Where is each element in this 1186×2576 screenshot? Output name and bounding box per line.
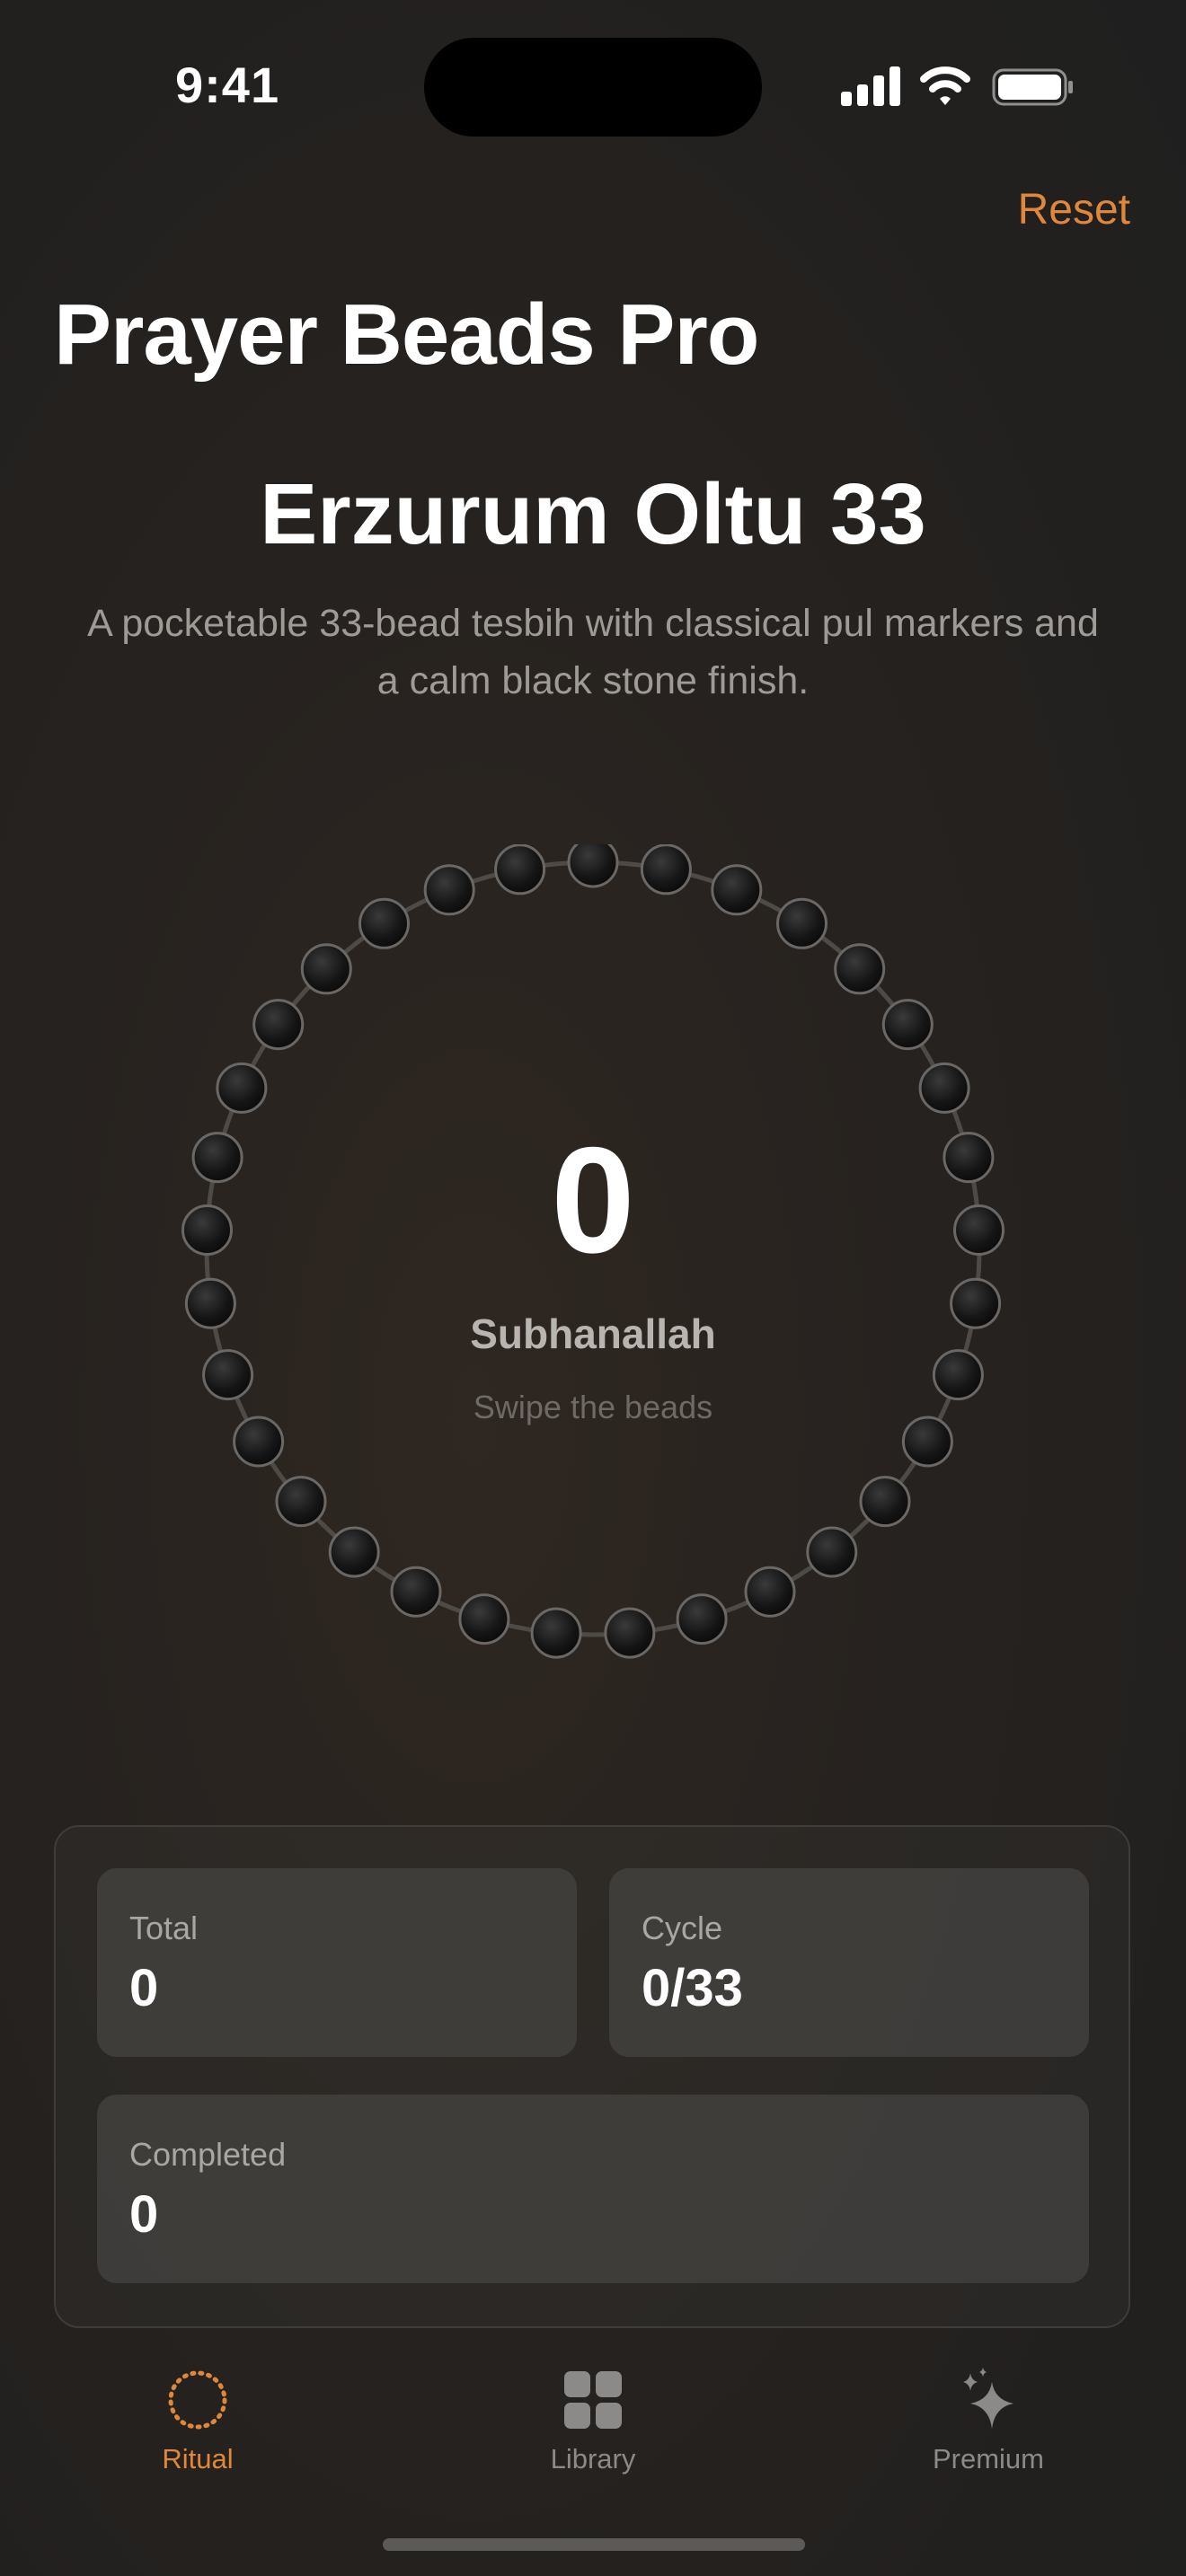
bead[interactable] (423, 864, 475, 916)
cellular-signal-icon (841, 66, 900, 106)
bead[interactable] (744, 1566, 796, 1618)
bead[interactable] (604, 1607, 656, 1659)
bead[interactable] (676, 1593, 728, 1645)
bead[interactable] (640, 844, 692, 895)
battery-icon (992, 68, 1073, 106)
completed-label: Completed (129, 2136, 287, 2173)
tab-ritual-label: Ritual (162, 2443, 234, 2475)
bead[interactable] (358, 897, 410, 949)
bead[interactable] (530, 1607, 582, 1659)
reset-button[interactable]: Reset (1018, 185, 1130, 234)
bead[interactable] (776, 897, 828, 949)
cycle-value: 0/33 (642, 1959, 743, 2017)
wifi-icon (920, 66, 970, 105)
bead[interactable] (494, 844, 546, 895)
bead[interactable] (390, 1566, 442, 1618)
bead[interactable] (458, 1593, 510, 1645)
tesbih-name: Erzurum Oltu 33 (260, 466, 926, 562)
status-time: 9:41 (175, 57, 280, 113)
beads-ring-icon (168, 2370, 227, 2430)
total-label: Total (129, 1910, 199, 1946)
cycle-label: Cycle (642, 1910, 723, 1946)
swipe-hint: Swipe the beads (473, 1389, 713, 1425)
bead[interactable] (567, 844, 619, 888)
bead[interactable] (711, 864, 763, 916)
bead[interactable] (834, 943, 886, 995)
tab-premium[interactable]: Premium (854, 2368, 1123, 2475)
bead[interactable] (300, 943, 352, 995)
dynamic-island (424, 38, 762, 137)
tab-library-label: Library (550, 2443, 636, 2475)
home-indicator (383, 2538, 805, 2551)
grid-icon (564, 2371, 622, 2429)
stats-panel: Total 0 Cycle 0/33 Completed 0 (54, 1825, 1130, 2328)
sparkles-icon (963, 2368, 1013, 2429)
total-card: Total 0 (97, 1868, 577, 2057)
bead[interactable] (328, 1526, 380, 1578)
bead[interactable] (216, 1062, 268, 1114)
bead[interactable] (859, 1476, 911, 1528)
counter-value: 0 (551, 1116, 635, 1284)
bead[interactable] (806, 1526, 858, 1578)
cycle-card: Cycle 0/33 (609, 1868, 1089, 2057)
completed-card: Completed 0 (97, 2095, 1089, 2283)
page-title: Prayer Beads Pro (54, 287, 759, 383)
bead[interactable] (918, 1062, 970, 1114)
tesbih-description: A pocketable 33-bead tesbih with classic… (87, 602, 1099, 702)
bead[interactable] (275, 1476, 327, 1528)
dhikr-label: Subhanallah (470, 1310, 716, 1357)
bead[interactable] (252, 999, 305, 1051)
tab-premium-label: Premium (932, 2443, 1044, 2475)
tab-ritual[interactable]: Ritual (63, 2368, 332, 2475)
bead[interactable] (881, 999, 934, 1051)
total-value: 0 (129, 1959, 159, 2017)
tab-library[interactable]: Library (458, 2368, 728, 2475)
completed-value: 0 (129, 2185, 159, 2244)
